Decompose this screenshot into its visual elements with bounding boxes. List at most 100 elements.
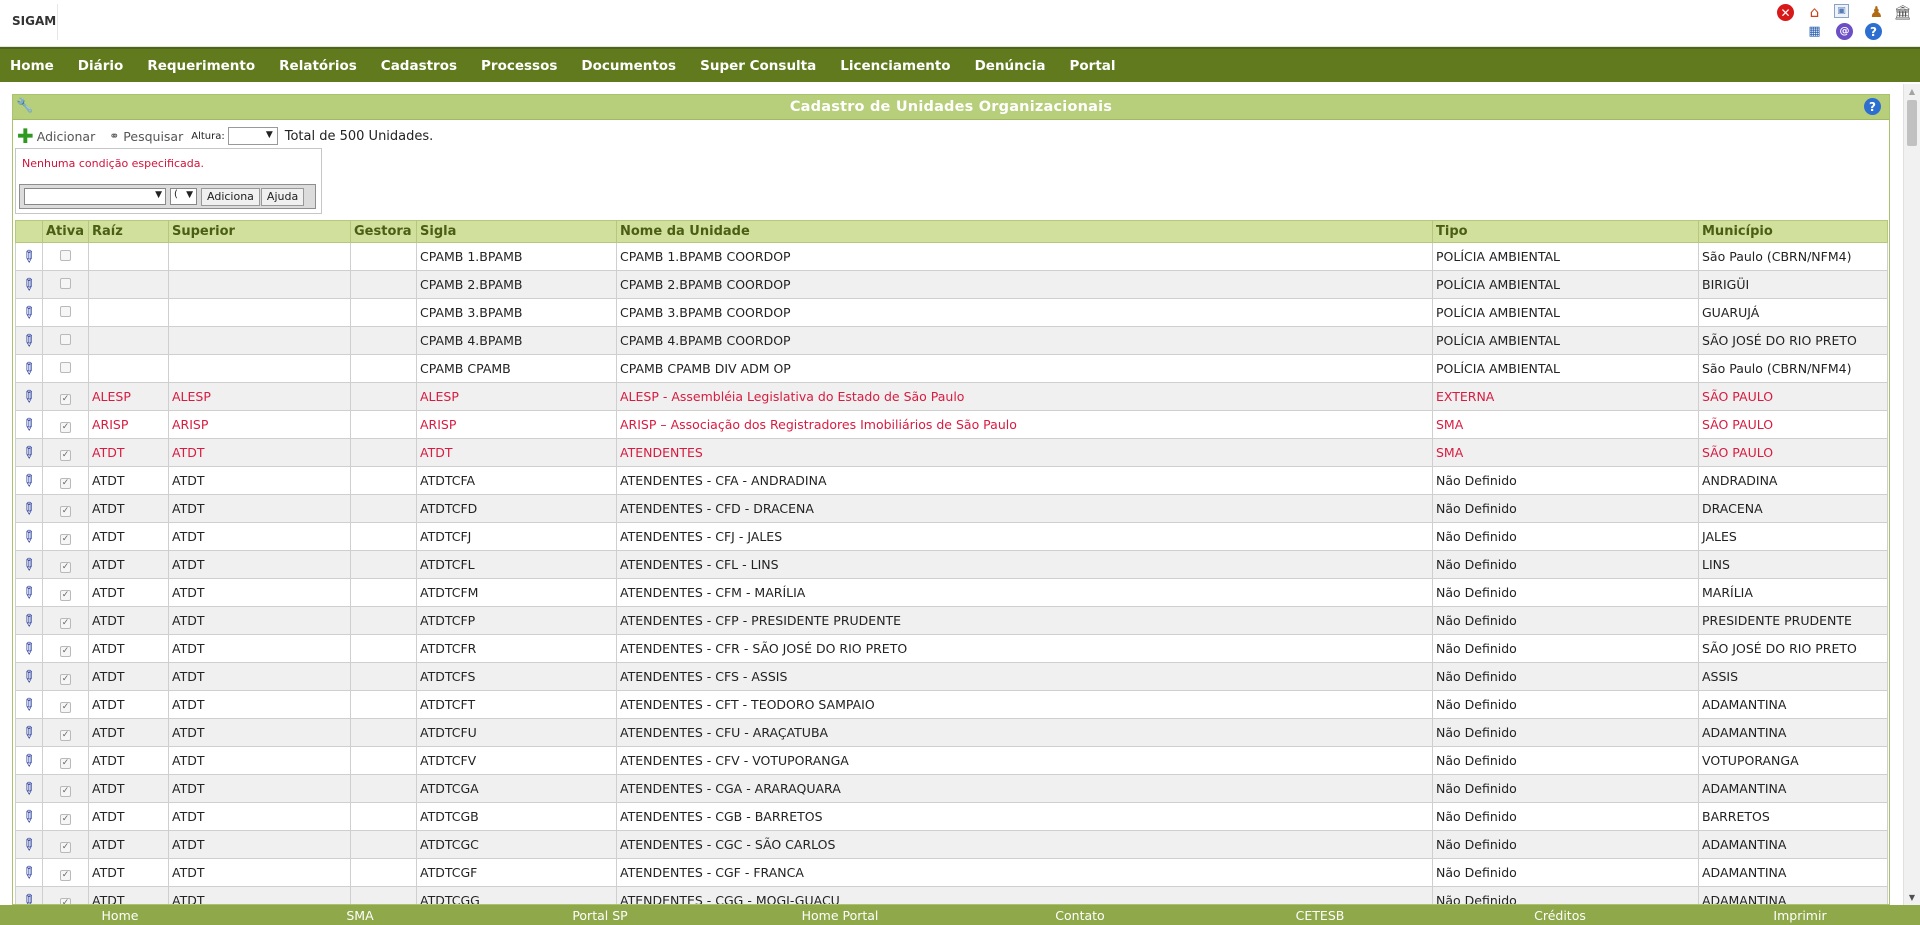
table-row[interactable]: ✎ ✓ ATDT ATDT ATDTCFD ATENDENTES - CFD - DRAC… xyxy=(15,494,1888,523)
edit-pencil-icon[interactable]: ✎ xyxy=(18,749,41,772)
column-header-sigla[interactable]: Sigla xyxy=(416,220,617,243)
edit-pencil-icon[interactable]: ✎ xyxy=(18,665,41,688)
table-row[interactable]: ✎ ✓ ATDT ATDT ATDTCFJ ATENDENTES - CFJ - JALE… xyxy=(15,522,1888,551)
filter-add-button[interactable]: Adiciona xyxy=(201,187,260,206)
menu-item-denuncia[interactable]: Denúncia xyxy=(975,58,1046,74)
table-row[interactable]: ✎ ✓ ATDT ATDT ATDTCFA ATENDENTES - CFA - ANDR… xyxy=(15,466,1888,495)
bank-icon[interactable]: 🏛 xyxy=(1894,4,1912,21)
column-header-raiz[interactable]: Raíz xyxy=(88,220,169,243)
table-row[interactable]: ✎ CPAMB 1.BPAMB CPAMB 1.BPAMB COORDOP POLÍC… xyxy=(15,242,1888,271)
edit-pencil-icon[interactable]: ✎ xyxy=(18,861,41,884)
edit-pencil-icon[interactable]: ✎ xyxy=(18,777,41,800)
panel-help-icon[interactable]: ? xyxy=(1864,98,1881,115)
menu-item-licenciamento[interactable]: Licenciamento xyxy=(840,58,950,74)
edit-pencil-icon[interactable]: ✎ xyxy=(18,385,41,408)
table-row[interactable]: ✎ CPAMB 3.BPAMB CPAMB 3.BPAMB COORDOP POLÍC… xyxy=(15,298,1888,327)
edit-pencil-icon[interactable]: ✎ xyxy=(18,525,41,548)
edit-pencil-icon[interactable]: ✎ xyxy=(18,273,41,296)
scroll-thumb[interactable] xyxy=(1907,100,1917,146)
table-row[interactable]: ✎ ✓ ATDT ATDT ATDTCFM ATENDENTES - CFM - MARÍ… xyxy=(15,578,1888,607)
scroll-down-icon[interactable]: ▼ xyxy=(1904,890,1920,905)
column-header-municipio[interactable]: Município xyxy=(1698,220,1888,243)
edit-pencil-icon[interactable]: ✎ xyxy=(18,245,41,268)
table-row[interactable]: ✎ ✓ ATDT ATDT ATDTCFP ATENDENTES - CFP - PRES… xyxy=(15,606,1888,635)
table-row[interactable]: ✎ ✓ ATDT ATDT ATDTCGF ATENDENTES - CGF - FRAN… xyxy=(15,858,1888,887)
table-row[interactable]: ✎ ✓ ALESP ALESP ALESP ALESP - Assembléia Legi… xyxy=(15,382,1888,411)
close-icon[interactable]: ✕ xyxy=(1777,4,1794,21)
edit-pencil-icon[interactable]: ✎ xyxy=(18,301,41,324)
filter-help-button[interactable]: Ajuda xyxy=(260,187,305,206)
home-icon[interactable]: ⌂ xyxy=(1806,3,1823,21)
user-icon[interactable]: ♟ xyxy=(1868,3,1885,21)
menu-item-requerimento[interactable]: Requerimento xyxy=(147,58,255,74)
edit-pencil-icon[interactable]: ✎ xyxy=(18,357,41,380)
footer-link-imprimir[interactable]: Imprimir xyxy=(1680,908,1920,923)
footer-link-cetesb[interactable]: CETESB xyxy=(1200,908,1440,923)
table-row[interactable]: ✎ ✓ ATDT ATDT ATDTCFR ATENDENTES - CFR - SÃO … xyxy=(15,634,1888,663)
footer-link-sma[interactable]: SMA xyxy=(240,908,480,923)
table-row[interactable]: ✎ CPAMB 4.BPAMB CPAMB 4.BPAMB COORDOP POLÍC… xyxy=(15,326,1888,355)
table-row[interactable]: ✎ ✓ ATDT ATDT ATDTCGG ATENDENTES - CGG - MOGI… xyxy=(15,886,1888,904)
menu-item-relatorios[interactable]: Relatórios xyxy=(279,58,357,74)
mail-icon[interactable]: @ xyxy=(1836,23,1853,40)
filter-paren-select[interactable]: ( xyxy=(170,188,197,205)
edit-pencil-icon[interactable]: ✎ xyxy=(18,329,41,352)
cell-gestora xyxy=(350,326,417,355)
add-button[interactable]: ✚ Adicionar xyxy=(17,126,95,146)
edit-pencil-icon[interactable]: ✎ xyxy=(18,637,41,660)
edit-pencil-icon[interactable]: ✎ xyxy=(18,889,41,904)
footer-link-contato[interactable]: Contato xyxy=(960,908,1200,923)
menu-item-home[interactable]: Home xyxy=(10,58,54,74)
height-select[interactable] xyxy=(227,127,278,145)
page-scrollbar[interactable]: ▲ ▼ xyxy=(1903,84,1920,905)
edit-pencil-icon[interactable]: ✎ xyxy=(18,413,41,436)
table-row[interactable]: ✎ ✓ ATDT ATDT ATDTCFU ATENDENTES - CFU - ARAÇ… xyxy=(15,718,1888,747)
edit-pencil-icon[interactable]: ✎ xyxy=(18,497,41,520)
edit-pencil-icon[interactable]: ✎ xyxy=(18,721,41,744)
image-icon[interactable]: ▣ xyxy=(1834,4,1849,18)
table-row[interactable]: ✎ ✓ ATDT ATDT ATDTCFL ATENDENTES - CFL - LINS… xyxy=(15,550,1888,579)
menu-item-diario[interactable]: Diário xyxy=(78,58,124,74)
menu-item-cadastros[interactable]: Cadastros xyxy=(381,58,457,74)
filter-field-select[interactable] xyxy=(24,188,166,205)
menu-item-documentos[interactable]: Documentos xyxy=(581,58,676,74)
column-header-edit xyxy=(15,220,43,243)
footer-link-creditos[interactable]: Créditos xyxy=(1440,908,1680,923)
column-header-tipo[interactable]: Tipo xyxy=(1432,220,1699,243)
edit-pencil-icon[interactable]: ✎ xyxy=(18,693,41,716)
wrench-icon[interactable]: 🔧 xyxy=(16,98,33,114)
edit-pencil-icon[interactable]: ✎ xyxy=(18,441,41,464)
menu-item-super-consulta[interactable]: Super Consulta xyxy=(700,58,816,74)
calendar-icon[interactable]: ▦ xyxy=(1806,23,1823,40)
edit-pencil-icon[interactable]: ✎ xyxy=(18,805,41,828)
column-header-gestora[interactable]: Gestora xyxy=(350,220,417,243)
menu-item-processos[interactable]: Processos xyxy=(481,58,557,74)
table-row[interactable]: ✎ ✓ ATDT ATDT ATDT ATENDENTES SMA SÃO PAULO xyxy=(15,438,1888,467)
footer-link-home-portal[interactable]: Home Portal xyxy=(720,908,960,923)
table-row[interactable]: ✎ ✓ ARISP ARISP ARISP ARISP – Associação dos … xyxy=(15,410,1888,439)
cell-municipio: ASSIS xyxy=(1698,662,1888,691)
footer-link-home[interactable]: Home xyxy=(0,908,240,923)
table-row[interactable]: ✎ CPAMB 2.BPAMB CPAMB 2.BPAMB COORDOP POLÍC… xyxy=(15,270,1888,299)
edit-pencil-icon[interactable]: ✎ xyxy=(18,469,41,492)
table-row[interactable]: ✎ ✓ ATDT ATDT ATDTCFS ATENDENTES - CFS - ASSI… xyxy=(15,662,1888,691)
table-row[interactable]: ✎ ✓ ATDT ATDT ATDTCGA ATENDENTES - CGA - ARAR… xyxy=(15,774,1888,803)
edit-pencil-icon[interactable]: ✎ xyxy=(18,581,41,604)
column-header-active[interactable]: Ativa xyxy=(42,220,89,243)
table-row[interactable]: ✎ ✓ ATDT ATDT ATDTCFT ATENDENTES - CFT - TEOD… xyxy=(15,690,1888,719)
edit-pencil-icon[interactable]: ✎ xyxy=(18,609,41,632)
edit-pencil-icon[interactable]: ✎ xyxy=(18,833,41,856)
scroll-up-icon[interactable]: ▲ xyxy=(1904,84,1920,99)
column-header-superior[interactable]: Superior xyxy=(168,220,351,243)
search-button[interactable]: ⚭ Pesquisar xyxy=(109,129,183,144)
footer-link-portal-sp[interactable]: Portal SP xyxy=(480,908,720,923)
cell-municipio: ADAMANTINA xyxy=(1698,886,1888,904)
help-icon[interactable]: ? xyxy=(1865,23,1882,40)
table-row[interactable]: ✎ ✓ ATDT ATDT ATDTCGB ATENDENTES - CGB - BARR… xyxy=(15,802,1888,831)
edit-pencil-icon[interactable]: ✎ xyxy=(18,553,41,576)
table-row[interactable]: ✎ CPAMB CPAMB CPAMB CPAMB DIV ADM OP POLÍCI… xyxy=(15,354,1888,383)
column-header-nome[interactable]: Nome da Unidade xyxy=(616,220,1433,243)
menu-item-portal[interactable]: Portal xyxy=(1070,58,1116,74)
table-row[interactable]: ✎ ✓ ATDT ATDT ATDTCFV ATENDENTES - CFV - VOTU… xyxy=(15,746,1888,775)
table-row[interactable]: ✎ ✓ ATDT ATDT ATDTCGC ATENDENTES - CGC - SÃO … xyxy=(15,830,1888,859)
